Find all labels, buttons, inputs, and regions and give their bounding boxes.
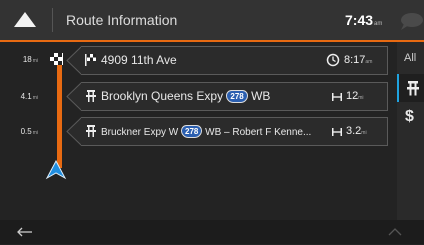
chevron-up-icon — [388, 228, 402, 236]
interstate-shield: 278 — [226, 90, 248, 103]
clock-time: 7:43am — [345, 12, 382, 28]
back-button[interactable] — [14, 224, 38, 240]
card-tip — [66, 46, 82, 75]
segment-length: 3.2mi — [346, 125, 367, 137]
page-title: Route Information — [66, 12, 178, 28]
header-divider — [52, 8, 53, 32]
speech-bubble-icon — [401, 13, 423, 30]
current-position-icon — [45, 159, 67, 180]
card-tip — [66, 117, 82, 146]
tab-highways[interactable] — [397, 74, 424, 102]
route-point-name: Brooklyn Queens Expy 278 WB — [101, 89, 271, 103]
distance-label: 18mi — [22, 55, 38, 64]
destination-flag-icon — [84, 53, 98, 67]
length-icon — [331, 125, 343, 137]
filter-panel — [397, 42, 424, 244]
clock-time-value: 7:43 — [345, 12, 374, 28]
route-line — [57, 58, 62, 168]
back-arrow-icon — [17, 227, 32, 237]
eta: 8:17am — [344, 54, 373, 66]
scroll-up-button[interactable] — [380, 224, 410, 240]
card-tip — [66, 82, 82, 111]
route-point-name: 4909 11th Ave — [101, 53, 177, 67]
tab-all[interactable]: All — [404, 52, 416, 64]
route-point-name: Bruckner Expy W 278 WB – Robert F Kenne.… — [101, 125, 312, 138]
highway-icon — [84, 89, 98, 103]
tab-toll-roads[interactable]: $ — [405, 108, 414, 126]
menu-button[interactable] — [0, 0, 50, 40]
segment-length: 12mi — [346, 90, 364, 102]
distance-label: 4.1mi — [20, 92, 38, 101]
length-icon — [331, 90, 343, 102]
highway-icon — [407, 81, 419, 96]
highway-icon — [84, 124, 98, 138]
checkered-flag-icon — [49, 52, 65, 66]
header-accent-line — [0, 40, 424, 42]
messages-button[interactable] — [395, 10, 424, 32]
clock-icon — [326, 53, 340, 67]
triangle-up-icon — [14, 12, 36, 27]
interstate-shield: 278 — [181, 125, 203, 138]
footer-bar — [0, 220, 424, 244]
distance-label: 0.5mi — [20, 127, 38, 136]
clock-time-suffix: am — [374, 21, 383, 27]
